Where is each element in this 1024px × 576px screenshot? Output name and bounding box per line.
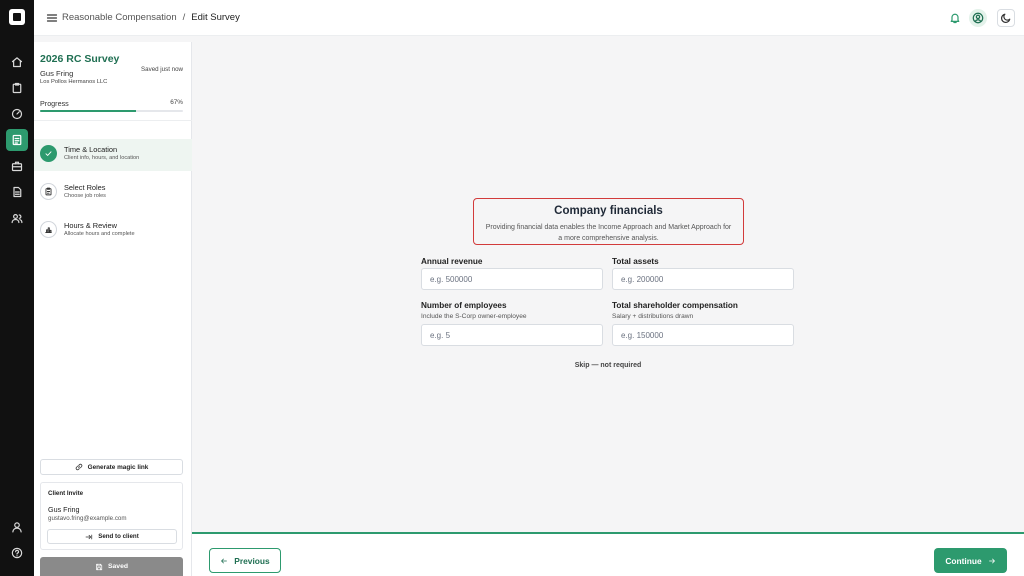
continue-label: Continue xyxy=(945,555,982,566)
invite-title: Client Invite xyxy=(48,490,84,497)
invite-client-email: gustavo.fring@example.com xyxy=(48,515,127,522)
breadcrumb-separator: / xyxy=(182,12,186,23)
document-icon xyxy=(13,186,22,198)
progress-label: Progress xyxy=(40,99,69,108)
skip-link[interactable]: Skip — not required xyxy=(558,362,658,369)
logo-icon[interactable] xyxy=(9,9,25,25)
progress-bar-fill xyxy=(40,110,136,112)
check-icon xyxy=(45,151,52,156)
briefcase-icon xyxy=(11,161,23,172)
total-assets-label: Total assets xyxy=(612,257,659,266)
saved-label: Saved xyxy=(107,563,129,570)
help-icon xyxy=(11,547,23,559)
client-invite-card: Client Invite Gus Fring gustavo.fring@ex… xyxy=(40,482,183,550)
top-header: Reasonable Compensation / Edit Survey xyxy=(34,0,1024,36)
notifications-button[interactable] xyxy=(946,9,964,27)
nav-users[interactable] xyxy=(6,207,28,229)
clipboard-icon xyxy=(45,187,52,196)
wizard-footer: Previous Continue xyxy=(192,532,1024,576)
annual-revenue-label: Annual revenue xyxy=(421,257,483,266)
nav-help[interactable] xyxy=(6,542,28,564)
step-status xyxy=(40,183,57,200)
save-status: Saved just now xyxy=(141,66,183,73)
step-select-roles[interactable]: Select Roles Choose job roles xyxy=(34,177,192,209)
send-to-client-button[interactable]: Send to client xyxy=(47,529,177,544)
step-label: Hours & Review xyxy=(64,221,117,230)
nav-briefcase[interactable] xyxy=(6,155,28,177)
annual-revenue-input[interactable] xyxy=(421,268,603,290)
magic-link-label: Generate magic link xyxy=(87,463,149,471)
step-subtitle: Client info, hours, and location xyxy=(64,155,140,161)
divider xyxy=(34,120,192,121)
generate-magic-link-button[interactable]: Generate magic link xyxy=(40,459,183,475)
chart-icon xyxy=(45,227,52,234)
nav-clipboard[interactable] xyxy=(6,77,28,99)
theme-toggle-button[interactable] xyxy=(997,9,1015,27)
send-label: Send to client xyxy=(98,533,139,540)
progress-percent: 67% xyxy=(170,99,183,106)
survey-sidebar: 2026 RC Survey Saved just now Gus Fring … xyxy=(34,42,192,576)
total-assets-input[interactable] xyxy=(612,268,794,290)
continue-button[interactable]: Continue xyxy=(934,548,1007,573)
home-icon xyxy=(11,57,23,68)
account-icon xyxy=(12,522,22,533)
step-label: Time & Location xyxy=(64,145,118,154)
link-icon xyxy=(75,463,82,471)
step-status xyxy=(40,145,57,162)
step-label: Select Roles xyxy=(64,183,106,192)
step-hours-review[interactable]: Hours & Review Allocate hours and comple… xyxy=(34,215,192,247)
arrow-left-icon xyxy=(221,558,228,563)
step-time-location[interactable]: Time & Location Client info, hours, and … xyxy=(34,139,192,171)
employees-label: Number of employees xyxy=(421,301,507,310)
users-icon xyxy=(11,214,23,224)
step-subtitle: Choose job roles xyxy=(64,193,106,199)
nav-survey[interactable] xyxy=(6,129,28,151)
bell-icon xyxy=(950,13,960,24)
employees-input[interactable] xyxy=(421,324,603,346)
previous-label: Previous xyxy=(234,555,270,566)
nav-account[interactable] xyxy=(6,516,28,538)
survey-icon xyxy=(12,134,22,146)
client-name: Gus Fring xyxy=(40,69,74,78)
company-name: Los Pollos Hermanos LLC xyxy=(40,79,108,85)
nav-rail xyxy=(0,0,34,576)
shareholder-comp-help: Salary + distributions drawn xyxy=(612,313,694,320)
nav-gauge[interactable] xyxy=(6,103,28,125)
send-icon xyxy=(85,534,93,539)
employees-help: Include the S-Corp owner-employee xyxy=(421,313,527,320)
user-circle-icon xyxy=(972,12,984,24)
menu-icon[interactable] xyxy=(46,12,58,24)
breadcrumb: Reasonable Compensation / Edit Survey xyxy=(62,12,240,23)
nav-documents[interactable] xyxy=(6,181,28,203)
step-subtitle: Allocate hours and complete xyxy=(64,231,135,237)
moon-icon xyxy=(1001,13,1011,23)
survey-title: 2026 RC Survey xyxy=(40,53,120,65)
profile-button[interactable] xyxy=(969,9,987,27)
gauge-icon xyxy=(11,108,23,120)
saved-button[interactable]: Saved xyxy=(40,557,183,576)
section-title: Company financials xyxy=(554,205,663,217)
progress-bar xyxy=(40,110,183,112)
breadcrumb-current: Edit Survey xyxy=(191,12,240,23)
clipboard-icon xyxy=(12,82,22,94)
section-header: Company financials Providing financial d… xyxy=(473,198,744,245)
invite-client-name: Gus Fring xyxy=(48,505,80,514)
shareholder-comp-input[interactable] xyxy=(612,324,794,346)
step-status xyxy=(40,221,57,238)
section-description: Providing financial data enables the Inc… xyxy=(485,224,732,242)
breadcrumb-root[interactable]: Reasonable Compensation xyxy=(62,12,177,23)
arrow-right-icon xyxy=(988,558,995,563)
nav-home[interactable] xyxy=(6,51,28,73)
shareholder-comp-label: Total shareholder compensation xyxy=(612,301,738,310)
save-icon xyxy=(96,563,103,570)
previous-button[interactable]: Previous xyxy=(209,548,281,573)
